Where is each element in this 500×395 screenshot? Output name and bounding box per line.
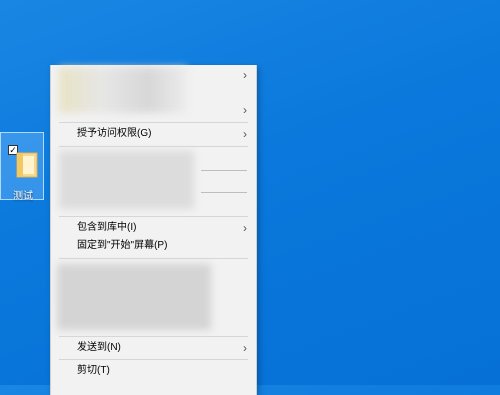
folder-icon (16, 152, 38, 178)
menu-separator-short (201, 192, 247, 193)
menu-item-label: 固定到"开始"屏幕(P) (77, 240, 168, 251)
menu-item-label: 包含到库中(I) (77, 222, 137, 233)
chevron-right-icon: › (243, 103, 247, 117)
menu-item-cut[interactable]: 剪切(T) (51, 361, 256, 381)
menu-separator-short (201, 170, 247, 171)
blurred-menu-region-lower (57, 264, 211, 330)
menu-separator (59, 359, 248, 360)
menu-item-label: 发送到(N) (77, 342, 121, 353)
blurred-menu-region-middle (59, 151, 194, 209)
menu-separator (59, 258, 248, 259)
menu-item-blurred-1[interactable]: › (51, 65, 256, 85)
chevron-right-icon: › (243, 341, 247, 355)
menu-separator (59, 336, 248, 337)
menu-item-label: 剪切(T) (77, 365, 110, 376)
folder-label: 测试 (13, 191, 33, 202)
menu-item-blurred-2[interactable]: › (51, 100, 256, 120)
menu-item-grant-access[interactable]: 授予访问权限(G) › (51, 124, 256, 144)
menu-separator (59, 146, 248, 147)
chevron-right-icon: › (243, 68, 247, 82)
menu-item-include-in-library[interactable]: 包含到库中(I) › (51, 218, 256, 238)
menu-separator (59, 122, 248, 123)
chevron-right-icon: › (243, 127, 247, 141)
menu-item-send-to[interactable]: 发送到(N) › (51, 338, 256, 358)
context-menu: › › 授予访问权限(G) › 包含到库中(I) › 固定到"开始"屏幕(P) … (50, 65, 257, 395)
menu-item-pin-to-start[interactable]: 固定到"开始"屏幕(P) (51, 236, 256, 256)
chevron-right-icon: › (243, 221, 247, 235)
menu-item-label: 授予访问权限(G) (77, 128, 152, 139)
menu-separator (59, 216, 248, 217)
desktop-folder-icon-selected[interactable]: ✓ 测试 (0, 132, 44, 202)
